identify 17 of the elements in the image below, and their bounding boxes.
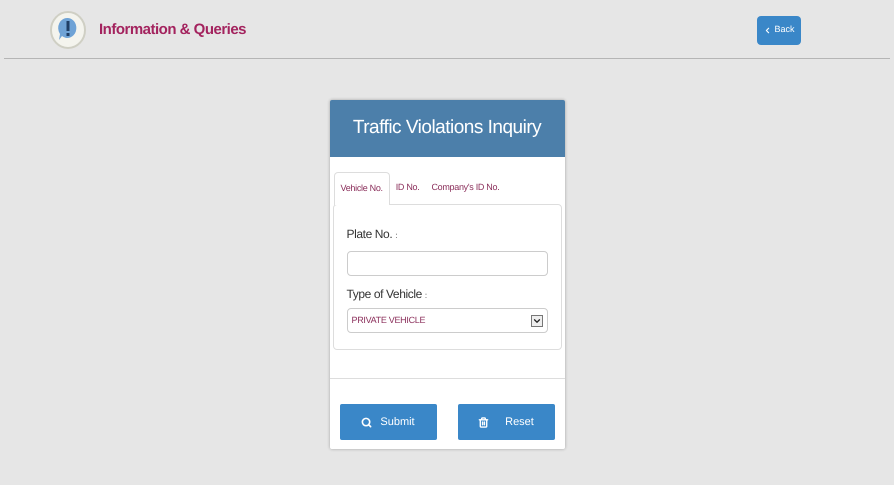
plate-input-field[interactable] [346,251,548,276]
plate-label: Plate No. [346,226,392,243]
reset-button[interactable]: Reset [458,404,554,440]
vehicle-type-dropdown[interactable]: PRIVATE VEHICLE [346,308,548,333]
page-title: Information & Queries [99,20,246,40]
trash-icon [478,416,490,428]
colon: : [395,230,398,242]
vehicle-type-label: Type of Vehicle [346,286,422,303]
submit-button[interactable]: Submit [340,404,436,440]
tab[interactable]: Vehicle No. [334,172,390,205]
colon: : [424,290,428,302]
search-icon [361,416,372,428]
tab[interactable]: Company's ID No. [425,171,506,204]
alert-bubble-icon [50,11,86,49]
back-button[interactable]: Back [757,16,801,44]
tab[interactable]: ID No. [390,171,426,204]
card-title: Traffic Violations Inquiry [330,100,564,157]
